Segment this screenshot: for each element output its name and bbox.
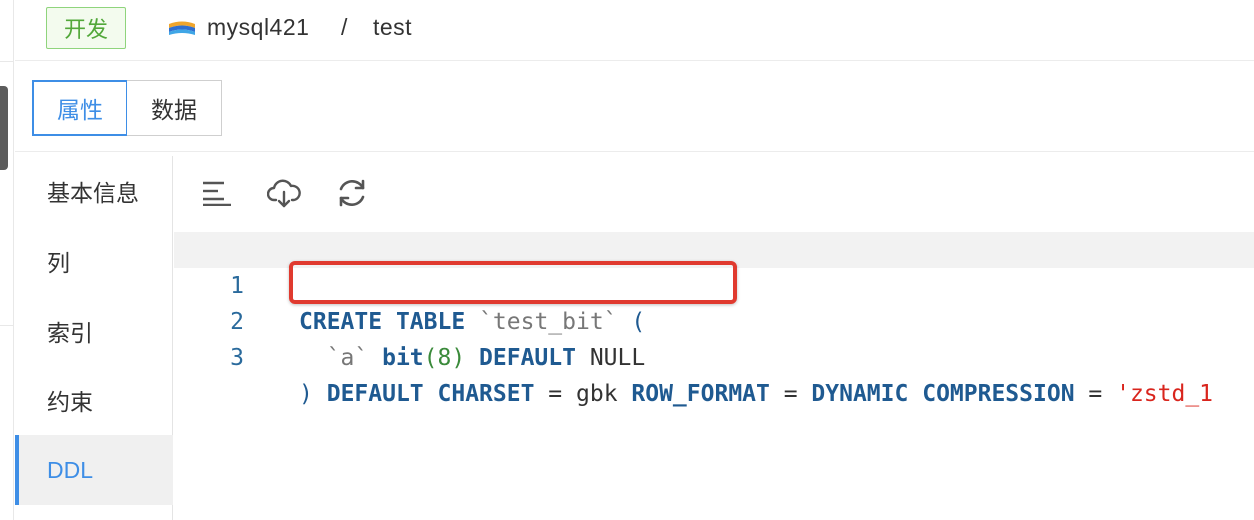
header: 开发 mysql421 / test <box>15 0 1254 61</box>
nav-item-indexes[interactable]: 索引 <box>15 296 173 366</box>
code-text: ) DEFAULT CHARSET = gbk ROW_FORMAT = DYN… <box>299 376 1213 412</box>
line-number: 3 <box>230 345 244 371</box>
format-icon <box>203 181 231 206</box>
code-token: (8) <box>423 345 466 371</box>
code-line: 3 ) DEFAULT CHARSET = gbk ROW_FORMAT = D… <box>174 304 1254 407</box>
gutter-divider <box>0 325 14 326</box>
breadcrumb-table: test <box>373 14 413 40</box>
refresh-icon <box>339 179 365 207</box>
tab-properties[interactable]: 属性 <box>32 80 128 136</box>
nav-item-ddl[interactable]: DDL <box>15 435 173 505</box>
code-token: DEFAULT <box>326 381 424 407</box>
download-cloud-icon <box>267 179 301 208</box>
code-token: 'zstd_1 <box>1116 381 1214 407</box>
code-text: `a` bit(8) DEFAULT NULL <box>299 340 646 376</box>
code-token: ROW_FORMAT <box>631 381 770 407</box>
left-gutter <box>0 0 14 520</box>
gutter-divider <box>0 61 14 62</box>
code-token: DYNAMIC <box>811 381 909 407</box>
ddl-toolbar <box>174 156 1254 230</box>
database-icon <box>169 21 195 35</box>
code-token: CHARSET <box>437 381 535 407</box>
nav-item-basic-info[interactable]: 基本信息 <box>15 156 173 226</box>
tab-data[interactable]: 数据 <box>127 80 222 136</box>
code-token: = <box>1074 381 1117 407</box>
code-token: bit <box>382 345 424 371</box>
code-token: DEFAULT <box>479 345 576 371</box>
code-token: ) <box>299 381 313 407</box>
nav-item-constraints[interactable]: 约束 <box>15 365 173 435</box>
side-nav: 基本信息 列 索引 约束 DDL <box>15 156 173 520</box>
code-token: `a` <box>299 345 383 371</box>
breadcrumb-separator: / <box>341 14 348 40</box>
environment-tag: 开发 <box>46 7 126 49</box>
code-token: NULL <box>575 345 646 371</box>
refresh-button[interactable] <box>335 176 369 210</box>
tab-bar: 属性 数据 <box>15 62 1254 152</box>
code-token: COMPRESSION <box>922 381 1075 407</box>
download-button[interactable] <box>267 176 301 210</box>
panel-resize-handle[interactable] <box>0 86 8 170</box>
highlight-annotation-box <box>289 261 737 304</box>
code-token: = gbk <box>534 381 632 407</box>
nav-item-columns[interactable]: 列 <box>15 226 173 296</box>
format-button[interactable] <box>200 176 234 210</box>
code-token: = <box>769 381 812 407</box>
ddl-code-editor[interactable]: 1 CREATE TABLE `test_bit` ( 2 `a` bit(8)… <box>174 230 1254 520</box>
breadcrumb-database[interactable]: mysql421 <box>207 14 309 41</box>
